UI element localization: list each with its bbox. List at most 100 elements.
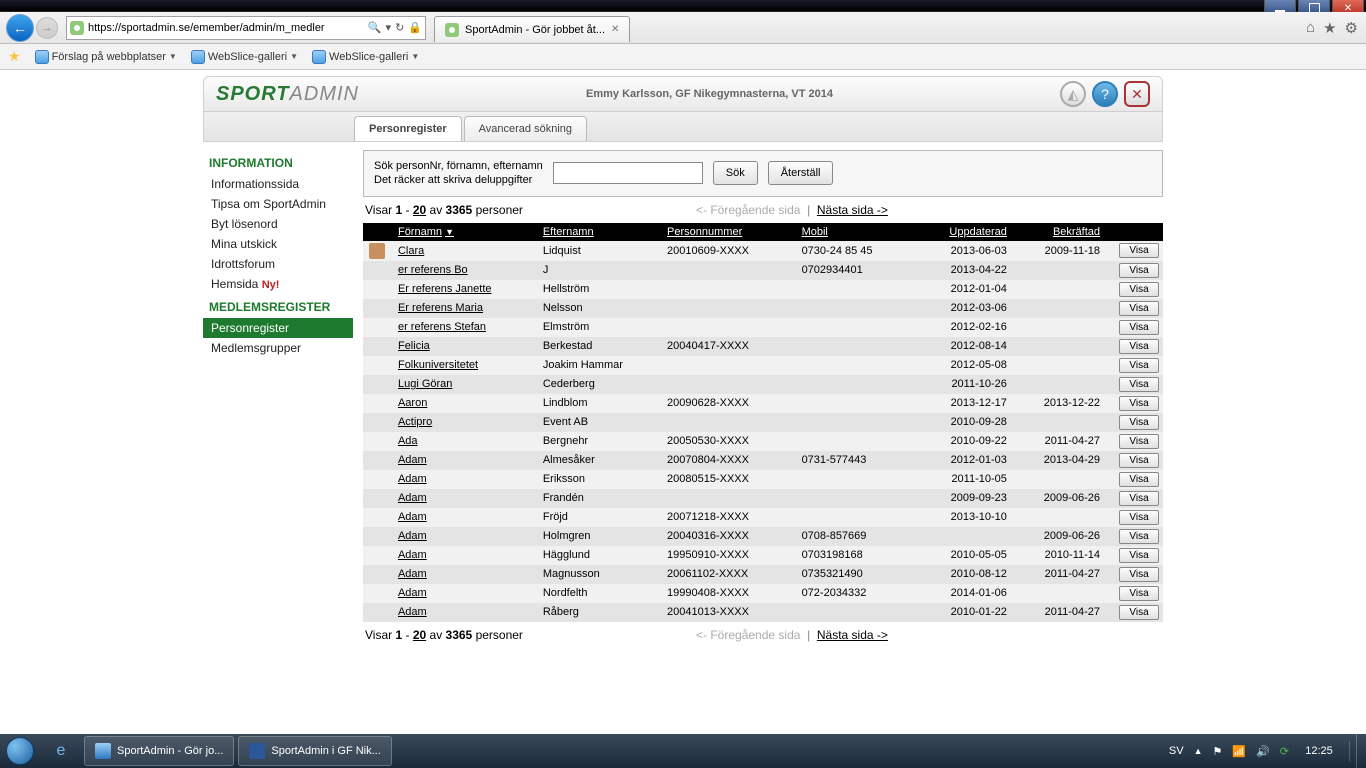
cell-action: Visa [1106,603,1163,622]
address-bar[interactable]: https://sportadmin.se/emember/admin/m_me… [66,16,426,40]
browser-tab[interactable]: SportAdmin - Gör jobbet åt... ✕ [434,16,630,42]
search-input[interactable] [553,162,703,184]
person-link[interactable]: Er referens Janette [398,283,492,295]
cell-lastname: J [537,261,661,280]
sidebar-item-tips[interactable]: Tipsa om SportAdmin [203,194,353,214]
person-link[interactable]: Clara [398,245,424,257]
taskbar-ie-icon[interactable]: e [41,736,81,766]
view-button[interactable]: Visa [1119,434,1159,449]
avatar-cell [363,413,392,432]
person-link[interactable]: Felicia [398,340,430,352]
person-link[interactable]: Aaron [398,397,427,409]
logout-icon[interactable]: ✕ [1124,81,1150,107]
view-button[interactable]: Visa [1119,243,1159,258]
sync-icon[interactable]: ⟳ [1280,745,1289,758]
person-link[interactable]: Adam [398,530,427,542]
sidebar-item-info[interactable]: Informationssida [203,174,353,194]
col-confirmed[interactable]: Bekräftad [1013,223,1106,241]
person-link[interactable]: Adam [398,492,427,504]
view-button[interactable]: Visa [1119,605,1159,620]
pager-next[interactable]: Nästa sida -> [817,203,888,217]
tab-advanced-search[interactable]: Avancerad sökning [464,116,587,141]
add-favorite-icon[interactable]: ★ [8,48,21,65]
taskbar-task-word[interactable]: SportAdmin i GF Nik... [238,736,391,766]
view-button[interactable]: Visa [1119,510,1159,525]
person-link[interactable]: Lugi Göran [398,378,452,390]
chevron-up-icon[interactable]: ▲ [1194,746,1203,756]
person-link[interactable]: Er referens Maria [398,302,483,314]
pager-prev: <- Föregående sida [696,203,800,217]
search-button[interactable]: Sök [713,161,758,185]
back-button[interactable]: ← [6,14,34,42]
person-link[interactable]: Adam [398,549,427,561]
person-link[interactable]: Adam [398,511,427,523]
sidebar-item-mailings[interactable]: Mina utskick [203,234,353,254]
cell-lastname: Magnusson [537,565,661,584]
view-button[interactable]: Visa [1119,301,1159,316]
network-icon[interactable]: 📶 [1232,745,1246,758]
person-link[interactable]: Adam [398,454,427,466]
dropdown-icon[interactable]: ▾ [386,21,392,34]
sidebar-item-homepage[interactable]: Hemsida Ny! [203,274,353,294]
view-button[interactable]: Visa [1119,529,1159,544]
person-link[interactable]: Adam [398,587,427,599]
favorite-item-suggested[interactable]: Förslag på webbplatser ▼ [35,50,177,64]
cell-mobile: 0731-577443 [796,451,920,470]
flag-icon[interactable]: ⚑ [1213,745,1223,758]
start-button[interactable] [0,734,40,768]
view-button[interactable]: Visa [1119,263,1159,278]
person-link[interactable]: er referens Stefan [398,321,486,333]
cell-confirmed [1013,375,1106,394]
sidebar-item-forum[interactable]: Idrottsforum [203,254,353,274]
tray-lang[interactable]: SV [1169,745,1184,757]
person-link[interactable]: er referens Bo [398,264,468,276]
pager-next[interactable]: Nästa sida -> [817,628,888,642]
col-personnr[interactable]: Personnummer [661,223,796,241]
tab-personregister[interactable]: Personregister [354,116,462,141]
view-button[interactable]: Visa [1119,377,1159,392]
sidebar-item-personregister[interactable]: Personregister [203,318,353,338]
view-button[interactable]: Visa [1119,339,1159,354]
favorite-item-webslice1[interactable]: WebSlice-galleri ▼ [191,50,298,64]
globe-icon[interactable]: ◭ [1060,81,1086,107]
col-firstname[interactable]: Förnamn ▼ [392,223,537,241]
help-icon[interactable]: ? [1092,81,1118,107]
tab-close-icon[interactable]: ✕ [611,24,619,35]
forward-button[interactable]: → [36,17,58,39]
tray-clock[interactable]: 12:25 [1299,745,1339,757]
reset-button[interactable]: Återställ [768,161,834,185]
person-link[interactable]: Folkuniversitetet [398,359,478,371]
view-button[interactable]: Visa [1119,320,1159,335]
view-button[interactable]: Visa [1119,548,1159,563]
view-button[interactable]: Visa [1119,472,1159,487]
sidebar-item-groups[interactable]: Medlemsgrupper [203,338,353,358]
person-link[interactable]: Actipro [398,416,432,428]
taskbar-task-browser[interactable]: SportAdmin - Gör jo... [84,736,234,766]
view-button[interactable]: Visa [1119,491,1159,506]
person-link[interactable]: Adam [398,606,427,618]
col-lastname[interactable]: Efternamn [537,223,661,241]
view-button[interactable]: Visa [1119,586,1159,601]
view-button[interactable]: Visa [1119,396,1159,411]
col-updated[interactable]: Uppdaterad [920,223,1013,241]
cell-mobile [796,508,920,527]
person-link[interactable]: Ada [398,435,418,447]
view-button[interactable]: Visa [1119,358,1159,373]
refresh-icon[interactable]: ↻ [395,21,404,34]
search-icon[interactable]: 🔍 [368,21,382,34]
view-button[interactable]: Visa [1119,453,1159,468]
person-link[interactable]: Adam [398,473,427,485]
view-button[interactable]: Visa [1119,567,1159,582]
show-desktop-button[interactable] [1356,734,1366,768]
volume-icon[interactable]: 🔊 [1256,745,1270,758]
view-button[interactable]: Visa [1119,415,1159,430]
favorite-item-webslice2[interactable]: WebSlice-galleri ▼ [312,50,419,64]
sidebar-item-password[interactable]: Byt lösenord [203,214,353,234]
col-mobile[interactable]: Mobil [796,223,920,241]
favorites-icon[interactable]: ★ [1323,19,1336,37]
cell-updated: 2013-06-03 [920,241,1013,261]
tools-icon[interactable]: ⚙ [1345,19,1358,37]
home-icon[interactable]: ⌂ [1306,19,1315,37]
person-link[interactable]: Adam [398,568,427,580]
view-button[interactable]: Visa [1119,282,1159,297]
